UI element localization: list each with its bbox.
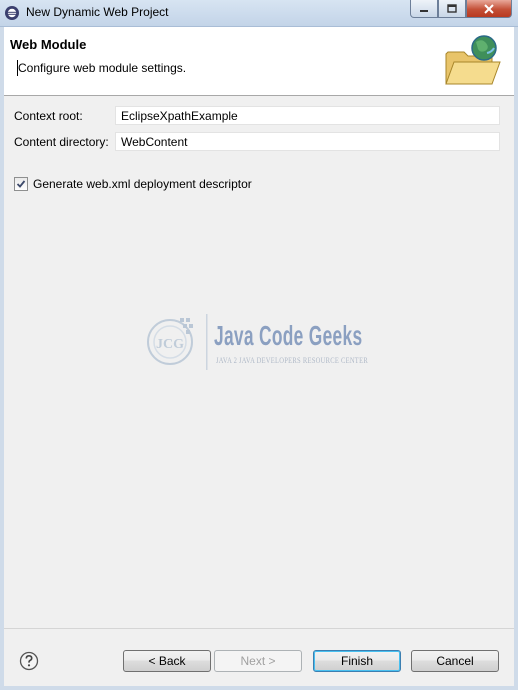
wizard-header: Web Module Configure web module settings… [4, 27, 514, 96]
java-code-geeks-watermark: JCG Java Code Geeks JAVA 2 JAVA DEVELOPE… [140, 308, 390, 378]
finish-button[interactable]: Finish [313, 650, 401, 672]
title-bar: New Dynamic Web Project [0, 0, 518, 27]
brand-name: Java Code Geeks [214, 320, 363, 351]
maximize-button[interactable] [438, 0, 466, 18]
checkmark-icon [16, 180, 26, 188]
cancel-button[interactable]: Cancel [411, 650, 499, 672]
generate-descriptor-option[interactable]: Generate web.xml deployment descriptor [14, 177, 252, 191]
svg-text:JCG: JCG [156, 337, 184, 352]
generate-descriptor-checkbox[interactable] [14, 177, 28, 191]
maximize-icon [447, 4, 457, 13]
window-title: New Dynamic Web Project [26, 5, 169, 19]
close-button[interactable] [466, 0, 512, 18]
generate-descriptor-label: Generate web.xml deployment descriptor [33, 177, 252, 191]
help-icon[interactable] [19, 651, 39, 671]
minimize-icon [420, 9, 428, 12]
next-button[interactable]: Next > [214, 650, 302, 672]
wizard-footer: < Back Next > Finish Cancel [4, 628, 514, 687]
web-project-folder-icon [445, 35, 501, 85]
brand-tagline: JAVA 2 JAVA DEVELOPERS RESOURCE CENTER [216, 356, 368, 365]
minimize-button[interactable] [410, 0, 438, 18]
context-root-input[interactable] [115, 106, 500, 125]
page-description: Configure web module settings. [16, 60, 187, 76]
eclipse-icon [5, 6, 19, 20]
content-directory-label: Content directory: [14, 135, 109, 149]
content-directory-input[interactable] [115, 132, 500, 151]
context-root-label: Context root: [14, 109, 83, 123]
page-title: Web Module [10, 37, 87, 52]
close-icon [484, 3, 494, 14]
back-button[interactable]: < Back [123, 650, 211, 672]
wizard-content: Context root: Content directory: Generat… [4, 96, 514, 628]
window-border [0, 686, 518, 690]
